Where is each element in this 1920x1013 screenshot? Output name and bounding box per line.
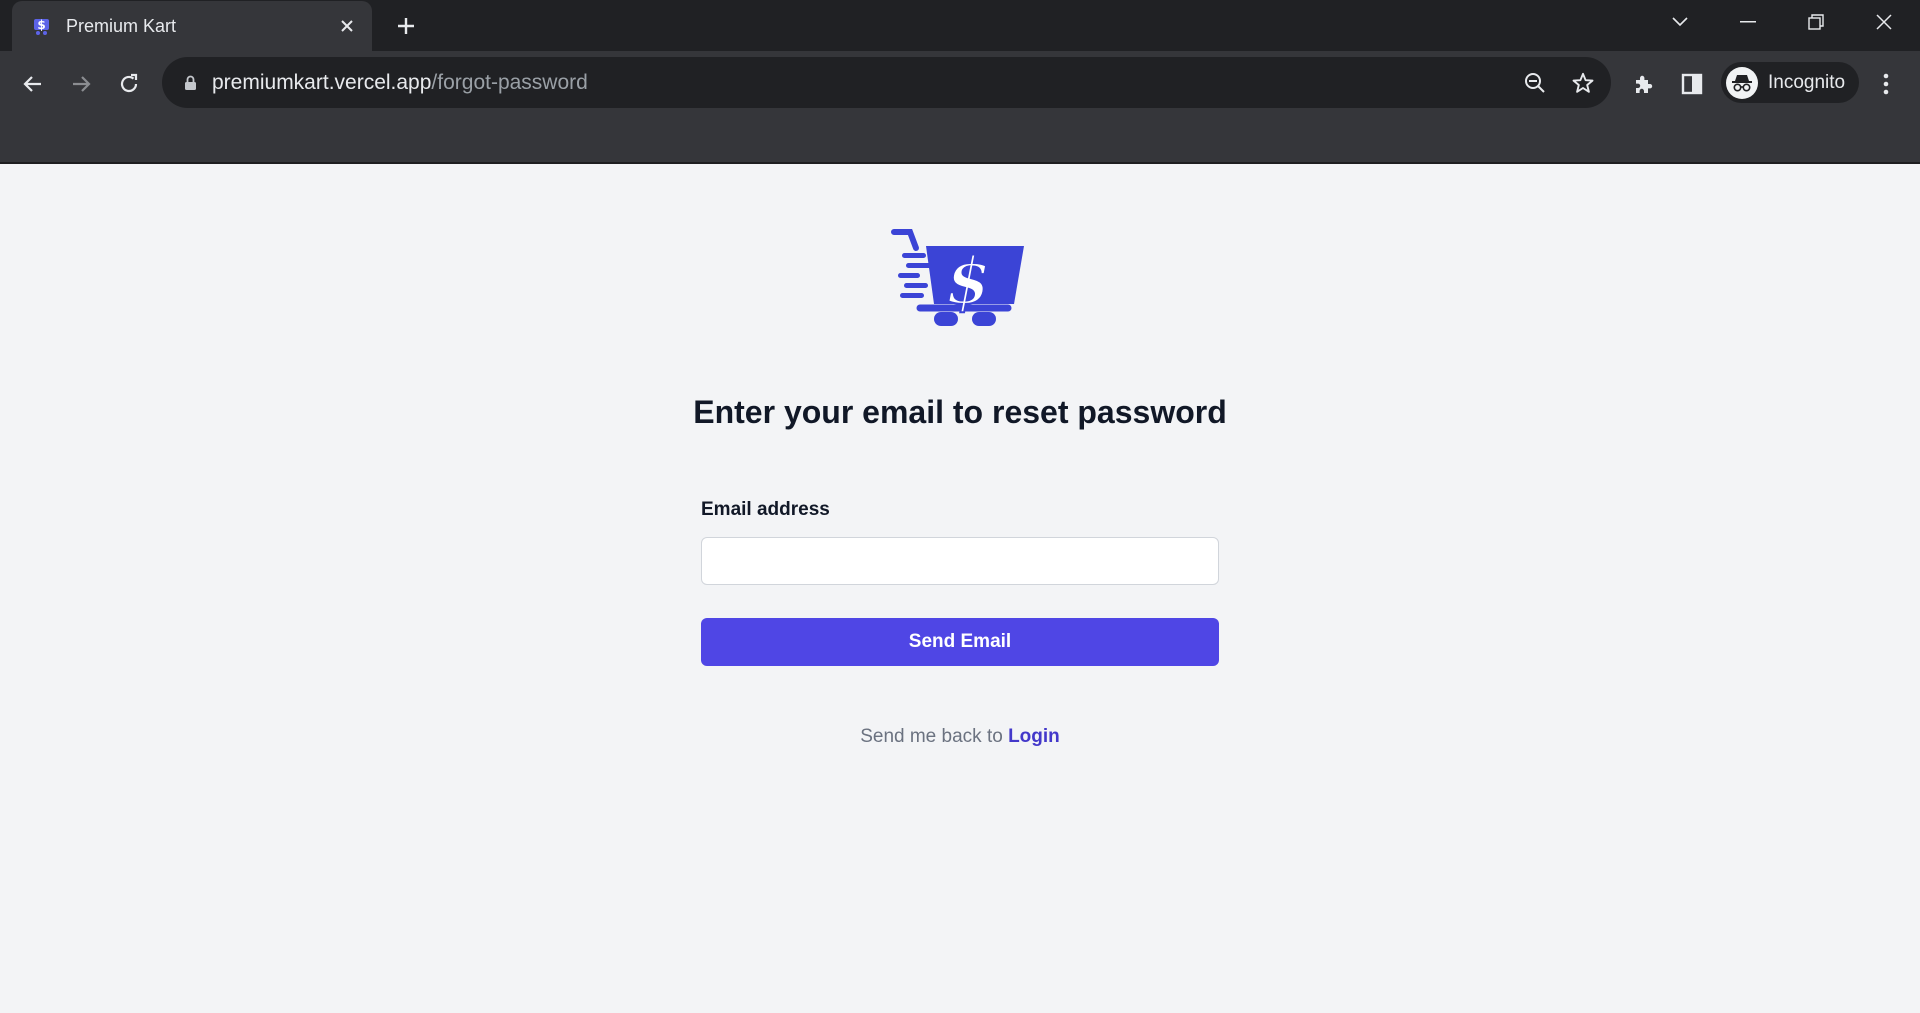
url-text[interactable]: premiumkart.vercel.app/forgot-password [212, 71, 588, 95]
forgot-password-page: $ Enter your email to reset password Ema… [0, 164, 1920, 1013]
svg-text:$: $ [946, 244, 991, 319]
url-domain: premiumkart.vercel.app [212, 70, 432, 94]
browser-toolbar: premiumkart.vercel.app/forgot-password I… [0, 51, 1920, 164]
puzzle-extensions-icon[interactable] [1624, 64, 1664, 104]
incognito-profile-button[interactable]: Incognito [1721, 62, 1859, 103]
email-field[interactable] [701, 537, 1219, 585]
zoom-out-icon[interactable] [1520, 68, 1550, 98]
minimize-icon[interactable] [1714, 0, 1782, 44]
send-email-button[interactable]: Send Email [701, 618, 1219, 666]
premium-kart-logo: $ [891, 229, 1024, 326]
tab-search-chevron-down-icon[interactable] [1646, 0, 1714, 44]
incognito-icon [1726, 66, 1758, 99]
tab-strip: $ Premium Kart [0, 0, 1920, 51]
lock-icon[interactable] [182, 74, 198, 92]
url-path: /forgot-password [431, 70, 588, 94]
tab-title: Premium Kart [66, 15, 177, 36]
svg-text:$: $ [37, 18, 45, 32]
login-link[interactable]: Login [1008, 726, 1060, 747]
profile-label: Incognito [1768, 71, 1846, 93]
side-panel-icon[interactable] [1672, 64, 1712, 104]
back-to-login-text: Send me back to Login [0, 726, 1920, 748]
forward-arrow-icon[interactable] [61, 64, 101, 104]
address-bar[interactable]: premiumkart.vercel.app/forgot-password [162, 57, 1611, 108]
premium-kart-favicon-icon: $ [28, 13, 54, 39]
more-vert-icon[interactable] [1866, 64, 1906, 104]
email-label: Email address [701, 499, 830, 520]
page-title: Enter your email to reset password [693, 394, 1227, 430]
back-arrow-icon[interactable] [13, 64, 53, 104]
new-tab-icon[interactable] [390, 10, 422, 42]
star-icon[interactable] [1568, 68, 1598, 98]
close-tab-icon[interactable] [332, 11, 362, 41]
restore-window-icon[interactable] [1782, 0, 1850, 44]
close-window-icon[interactable] [1850, 0, 1918, 44]
back-text: Send me back to [860, 726, 1009, 747]
reload-icon[interactable] [109, 64, 149, 104]
browser-tab[interactable]: $ Premium Kart [12, 1, 372, 51]
